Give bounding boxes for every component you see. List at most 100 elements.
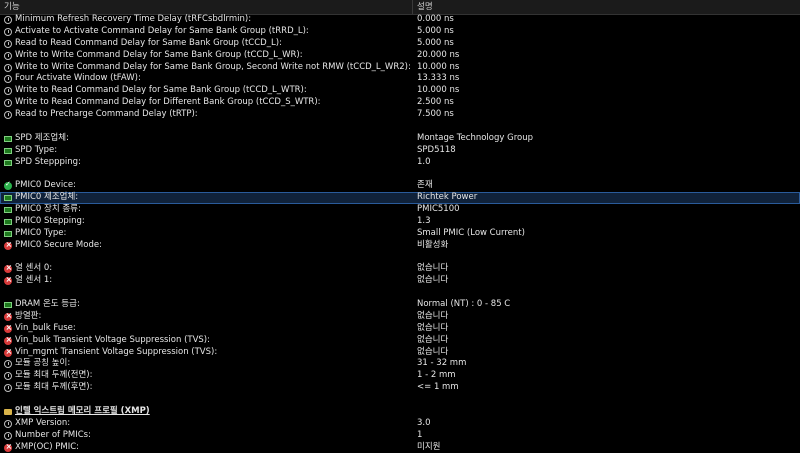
item-label: PMIC0 Secure Mode:	[15, 240, 102, 252]
item-value: 미지원	[417, 442, 440, 453]
list-item[interactable]: XMP Version: 3.0	[0, 418, 800, 430]
clock-icon	[4, 372, 12, 380]
list-item[interactable]: SPD Steppping: 1.0	[0, 157, 800, 169]
error-icon	[4, 242, 12, 250]
item-label: Read to Precharge Command Delay (tRTP):	[15, 109, 198, 121]
memory-module-icon	[4, 219, 12, 225]
item-label: 방열판:	[15, 311, 41, 323]
item-value: 7.500 ns	[417, 109, 454, 121]
item-label: SPD Type:	[15, 145, 57, 157]
item-value: 1.3	[417, 216, 431, 228]
item-value: 3.0	[417, 418, 431, 430]
clock-icon	[4, 16, 12, 24]
list-item[interactable]: PMIC0 Device:존재	[0, 180, 800, 192]
item-value: 없습니다	[417, 311, 448, 323]
list-spacer	[0, 121, 800, 133]
item-label: Write to Read Command Delay for Same Ban…	[15, 85, 307, 97]
list-item[interactable]: PMIC0 Stepping:1.3	[0, 216, 800, 228]
list-item[interactable]: Vin_mgmt Transient Voltage Suppression (…	[0, 347, 800, 359]
clock-icon	[4, 64, 12, 72]
item-label: SPD 제조업체:	[15, 133, 69, 145]
list-item[interactable]: Activate to Activate Command Delay for S…	[0, 26, 800, 38]
list-item[interactable]: Read to Precharge Command Delay (tRTP): 7…	[0, 109, 800, 121]
item-value: 없습니다	[417, 347, 448, 359]
item-label: Activate to Activate Command Delay for S…	[15, 26, 309, 38]
item-label: Read to Read Command Delay for Same Bank…	[15, 38, 282, 50]
list-item[interactable]: Four Activate Window (tFAW):13.333 ns	[0, 73, 800, 85]
group-header[interactable]: 인텔 익스트림 메모리 프로필 (XMP)	[0, 406, 800, 418]
item-label: 모듈 공칭 높이:	[15, 358, 70, 370]
item-label: Write to Write Command Delay for Same Ba…	[15, 50, 303, 62]
list-item[interactable]: 모듈 최대 두께(후면):<= 1 mm	[0, 382, 800, 394]
list-item[interactable]: Vin_bulk Transient Voltage Suppression (…	[0, 335, 800, 347]
list-item[interactable]: 열 센서 0: 없습니다	[0, 263, 800, 275]
list-item[interactable]: DRAM 온도 등급:Normal (NT) : 0 - 85 C	[0, 299, 800, 311]
item-value: 31 - 32 mm	[417, 358, 466, 370]
list-item[interactable]: SPD 제조업체:Montage Technology Group	[0, 133, 800, 145]
item-value: 20.000 ns	[417, 50, 459, 62]
list-item[interactable]: 모듈 공칭 높이: 31 - 32 mm	[0, 358, 800, 370]
memory-module-icon	[4, 136, 12, 142]
item-label: 인텔 익스트림 메모리 프로필 (XMP)	[15, 406, 150, 418]
item-value: 존재	[417, 180, 433, 192]
item-value: 없습니다	[417, 275, 448, 287]
list-item[interactable]: PMIC0 장치 종류:PMIC5100	[0, 204, 800, 216]
item-value: 5.000 ns	[417, 26, 454, 38]
item-value: 2.500 ns	[417, 97, 454, 109]
list-item[interactable]: SPD Type:SPD5118	[0, 145, 800, 157]
clock-icon	[4, 360, 12, 368]
item-label: Four Activate Window (tFAW):	[15, 73, 141, 85]
error-icon	[4, 313, 12, 321]
list-item[interactable]: PMIC0 Type:Small PMIC (Low Current)	[0, 228, 800, 240]
item-value: 없습니다	[417, 263, 448, 275]
list-spacer	[0, 394, 800, 406]
list-item[interactable]: Minimum Refresh Recovery Time Delay (tRF…	[0, 14, 800, 26]
clock-icon	[4, 75, 12, 83]
column-header-feature[interactable]: 기능	[4, 0, 20, 14]
list-item[interactable]: 모듈 최대 두께(전면):1 - 2 mm	[0, 370, 800, 382]
list-item[interactable]: XMP(OC) PMIC:미지원	[0, 442, 800, 453]
item-label: 열 센서 1:	[15, 275, 52, 287]
item-value: 5.000 ns	[417, 38, 454, 50]
item-label: PMIC0 장치 종류:	[15, 204, 81, 216]
item-value: Normal (NT) : 0 - 85 C	[417, 299, 510, 311]
item-label: Vin_bulk Fuse:	[15, 323, 76, 335]
item-label: 열 센서 0:	[15, 263, 52, 275]
list-item[interactable]: Write to Read Command Delay for Same Ban…	[0, 85, 800, 97]
item-label: PMIC0 제조업체:	[15, 192, 78, 204]
column-header-description[interactable]: 설명	[417, 0, 433, 14]
column-divider[interactable]	[412, 0, 413, 14]
item-label: XMP Version:	[15, 418, 70, 430]
list-item[interactable]: Number of PMICs:1	[0, 430, 800, 442]
list-item[interactable]: PMIC0 Secure Mode: 비활성화	[0, 240, 800, 252]
item-label: Minimum Refresh Recovery Time Delay (tRF…	[15, 14, 251, 26]
error-icon	[4, 337, 12, 345]
item-label: SPD Steppping:	[15, 157, 81, 169]
item-value: 10.000 ns	[417, 62, 459, 74]
clock-icon	[4, 99, 12, 107]
folder-icon	[4, 409, 12, 415]
error-icon	[4, 349, 12, 357]
item-label: Vin_mgmt Transient Voltage Suppression (…	[15, 347, 217, 359]
item-value: 1	[417, 430, 422, 442]
list-item[interactable]: PMIC0 제조업체: Richtek Power	[0, 192, 800, 204]
item-value: 0.000 ns	[417, 14, 454, 26]
item-value: 비활성화	[417, 240, 448, 252]
check-icon	[4, 182, 12, 190]
list-spacer	[0, 252, 800, 264]
list-item[interactable]: 열 센서 1: 없습니다	[0, 275, 800, 287]
list-item[interactable]: Write to Write Command Delay for Same Ba…	[0, 62, 800, 74]
clock-icon	[4, 87, 12, 95]
error-icon	[4, 277, 12, 285]
list-item[interactable]: Read to Read Command Delay for Same Bank…	[0, 38, 800, 50]
item-value: 1.0	[417, 157, 431, 169]
item-value: Richtek Power	[417, 192, 477, 204]
item-label: 모듈 최대 두께(전면):	[15, 370, 92, 382]
item-label: Write to Read Command Delay for Differen…	[15, 97, 321, 109]
list-item[interactable]: Write to Read Command Delay for Differen…	[0, 97, 800, 109]
clock-icon	[4, 28, 12, 36]
list-item[interactable]: Vin_bulk Fuse: 없습니다	[0, 323, 800, 335]
list-item[interactable]: 방열판: 없습니다	[0, 311, 800, 323]
list-item[interactable]: Write to Write Command Delay for Same Ba…	[0, 50, 800, 62]
item-value: 없습니다	[417, 323, 448, 335]
